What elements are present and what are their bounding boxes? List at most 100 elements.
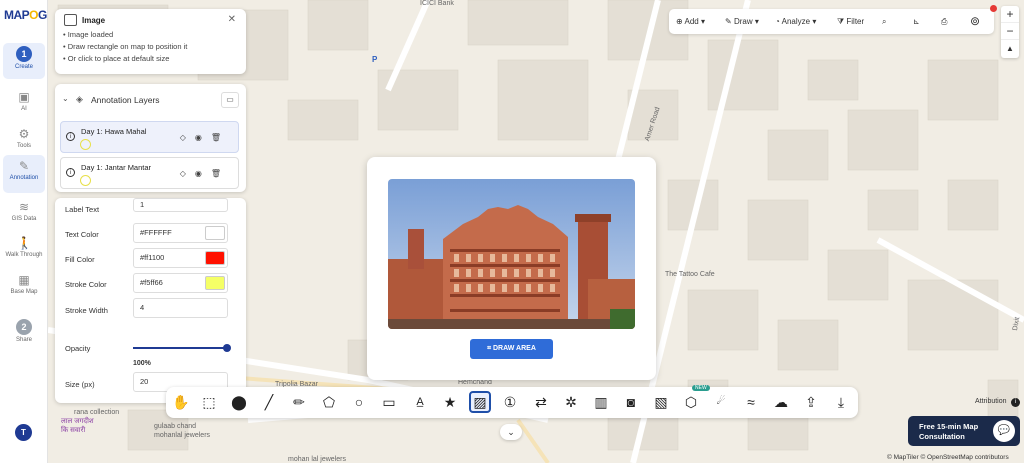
- properties-panel: Label Text 1 Text Color #FFFFFF Fill Col…: [55, 198, 246, 403]
- download-icon[interactable]: ⤓: [830, 391, 852, 413]
- print-icon[interactable]: ⎙: [941, 9, 947, 34]
- map-label-mohanlal-1: mohanlal jewelers: [154, 432, 211, 439]
- sidebar-item-ai-label: AI: [21, 106, 27, 112]
- annotation-toolbar: ✋ ⬚ ⬤ ╱ ✏ ⬠ ○ ▭ A̲ ★ ▨ ① ⇄ ✲ ▥ ◙ ▧ ⬡ NEW…: [166, 385, 858, 418]
- star-icon[interactable]: ★: [439, 391, 461, 413]
- stroke-width-input[interactable]: 4: [133, 298, 228, 318]
- polygon-icon[interactable]: ⬠: [318, 391, 340, 413]
- region-icon[interactable]: ✲: [560, 391, 582, 413]
- weather-icon[interactable]: ☁: [770, 391, 792, 413]
- image-panel-bullet: • Or click to place at default size: [63, 54, 170, 63]
- sidebar-item-ai[interactable]: ▣ AI: [3, 86, 45, 124]
- sidebar-step-create[interactable]: 1 Create: [3, 43, 45, 79]
- zoom-in-button[interactable]: +: [1001, 6, 1019, 23]
- upload-icon[interactable]: ⇪: [800, 391, 822, 413]
- aqi-icon[interactable]: ☄: [710, 391, 732, 413]
- hand-icon[interactable]: ✋: [170, 391, 192, 413]
- measure-icon[interactable]: ⊾: [913, 9, 920, 34]
- sidebar-item-gis-data[interactable]: ≋ GIS Data: [3, 196, 45, 234]
- camera-icon[interactable]: ◙: [620, 391, 642, 413]
- base-map-icon: ▦: [18, 273, 30, 287]
- attribution-label[interactable]: Attribution: [975, 398, 1007, 405]
- add-menu[interactable]: ⊕ Add ▾: [676, 9, 705, 34]
- opacity-slider[interactable]: [133, 344, 231, 352]
- layer-item[interactable]: i Day 1: Jantar Mantar ◇◉🗑: [60, 157, 239, 189]
- close-icon[interactable]: ✕: [228, 14, 236, 25]
- sidebar-item-gis-data-label: GIS Data: [11, 216, 37, 222]
- text-icon[interactable]: A̲: [409, 391, 431, 413]
- wind-icon[interactable]: ≈: [740, 391, 762, 413]
- text-color-input[interactable]: #FFFFFF: [133, 223, 228, 243]
- pencil-icon: ✎: [725, 17, 732, 26]
- route-icon[interactable]: ⇄: [530, 391, 552, 413]
- layer-actions[interactable]: ◇◉🗑: [180, 133, 230, 142]
- user-avatar[interactable]: T: [15, 424, 32, 441]
- layer-color-swatch: [80, 175, 91, 186]
- map-label-rana: rana collection: [74, 409, 120, 416]
- photo-icon[interactable]: ▧: [650, 391, 672, 413]
- layer-actions[interactable]: ◇◉🗑: [180, 169, 230, 178]
- select-icon[interactable]: ⬚: [198, 391, 220, 413]
- stroke-color-value: #f5ff66: [140, 278, 163, 287]
- chevron-down-icon[interactable]: ⌄: [62, 94, 69, 103]
- label-text-label: Label Text: [65, 205, 100, 214]
- building-icon[interactable]: ▥: [590, 391, 612, 413]
- annotation-icon: ✎: [18, 159, 30, 173]
- number-marker-icon[interactable]: ①: [499, 391, 521, 413]
- chevron-down-icon[interactable]: ⌄: [500, 424, 522, 440]
- stroke-color-swatch[interactable]: [205, 276, 225, 290]
- search-icon[interactable]: ⌕: [882, 9, 886, 34]
- opacity-slider-handle[interactable]: [223, 344, 231, 352]
- compass-icon[interactable]: ▲: [1001, 40, 1019, 57]
- opacity-value: 100%: [133, 360, 151, 367]
- image-preview-modal: ⌗ DRAW AREA: [367, 157, 656, 380]
- info-icon[interactable]: i: [66, 132, 75, 141]
- consultation-button[interactable]: Free 15-min Map Consultation 💬: [908, 416, 1020, 446]
- sidebar-item-walk-through[interactable]: 🚶 Walk Through: [3, 232, 45, 270]
- new-badge: NEW: [692, 385, 710, 391]
- pen-icon[interactable]: ✏: [288, 391, 310, 413]
- eye-icon: ◉: [194, 169, 211, 178]
- app-logo[interactable]: MAPOG: [4, 8, 47, 22]
- diamond-icon: ◇: [179, 133, 195, 142]
- label-text-input[interactable]: 1: [133, 198, 228, 212]
- image-panel-title: Image: [82, 16, 106, 25]
- line-icon[interactable]: ╱: [258, 391, 280, 413]
- 3d-box-icon[interactable]: ⬡: [680, 391, 702, 413]
- sidebar-item-tools-label: Tools: [16, 143, 31, 149]
- info-icon[interactable]: i: [1011, 398, 1020, 407]
- sidebar-step-share[interactable]: 2 Share: [3, 316, 45, 354]
- fill-color-swatch[interactable]: [205, 251, 225, 265]
- image-panel: Image ✕ • Image loaded • Draw rectangle …: [55, 9, 246, 74]
- circle-icon[interactable]: ○: [348, 391, 370, 413]
- chat-icon[interactable]: 💬: [993, 420, 1015, 442]
- image-panel-bullet: • Image loaded: [63, 30, 114, 39]
- consultation-line-1: Free 15-min Map: [919, 422, 979, 431]
- draw-menu[interactable]: ✎ Draw ▾: [725, 9, 759, 34]
- map-label-gulaab: gulaab chand: [154, 423, 197, 430]
- image-panel-bullet: • Draw rectangle on map to position it: [63, 42, 188, 51]
- filter-button[interactable]: ⧩ Filter: [837, 9, 864, 34]
- info-icon[interactable]: i: [66, 168, 75, 177]
- sidebar-item-base-map[interactable]: ▦ Base Map: [3, 269, 45, 307]
- sidebar-item-walk-through-label: Walk Through: [5, 252, 43, 258]
- ai-icon: ▣: [18, 90, 30, 104]
- rectangle-icon[interactable]: ▭: [378, 391, 400, 413]
- locate-icon[interactable]: ⊚: [970, 9, 980, 34]
- plus-circle-icon: ⊕: [676, 17, 683, 26]
- sidebar: MAPOG 1 Create ▣ AI ⚙ Tools ✎ Annotation…: [0, 0, 48, 463]
- marker-icon[interactable]: ⬤: [228, 391, 250, 413]
- fill-color-input[interactable]: #ff1100: [133, 248, 228, 268]
- analyze-icon: ◔: [775, 17, 780, 26]
- layer-item[interactable]: i Day 1: Hawa Mahal ◇◉🗑: [60, 121, 239, 153]
- draw-area-button[interactable]: ⌗ DRAW AREA: [470, 339, 553, 359]
- zoom-out-button[interactable]: −: [1001, 23, 1019, 40]
- walk-through-icon: 🚶: [17, 236, 32, 250]
- text-color-swatch[interactable]: [205, 226, 225, 240]
- stroke-color-input[interactable]: #f5ff66: [133, 273, 228, 293]
- folder-icon[interactable]: ▭: [221, 92, 239, 108]
- image-tool-icon[interactable]: ▨: [469, 391, 491, 413]
- analyze-menu[interactable]: ◔ Analyze ▾: [775, 9, 816, 34]
- sidebar-item-annotation-label: Annotation: [9, 175, 39, 181]
- sidebar-item-annotation[interactable]: ✎ Annotation: [3, 155, 45, 193]
